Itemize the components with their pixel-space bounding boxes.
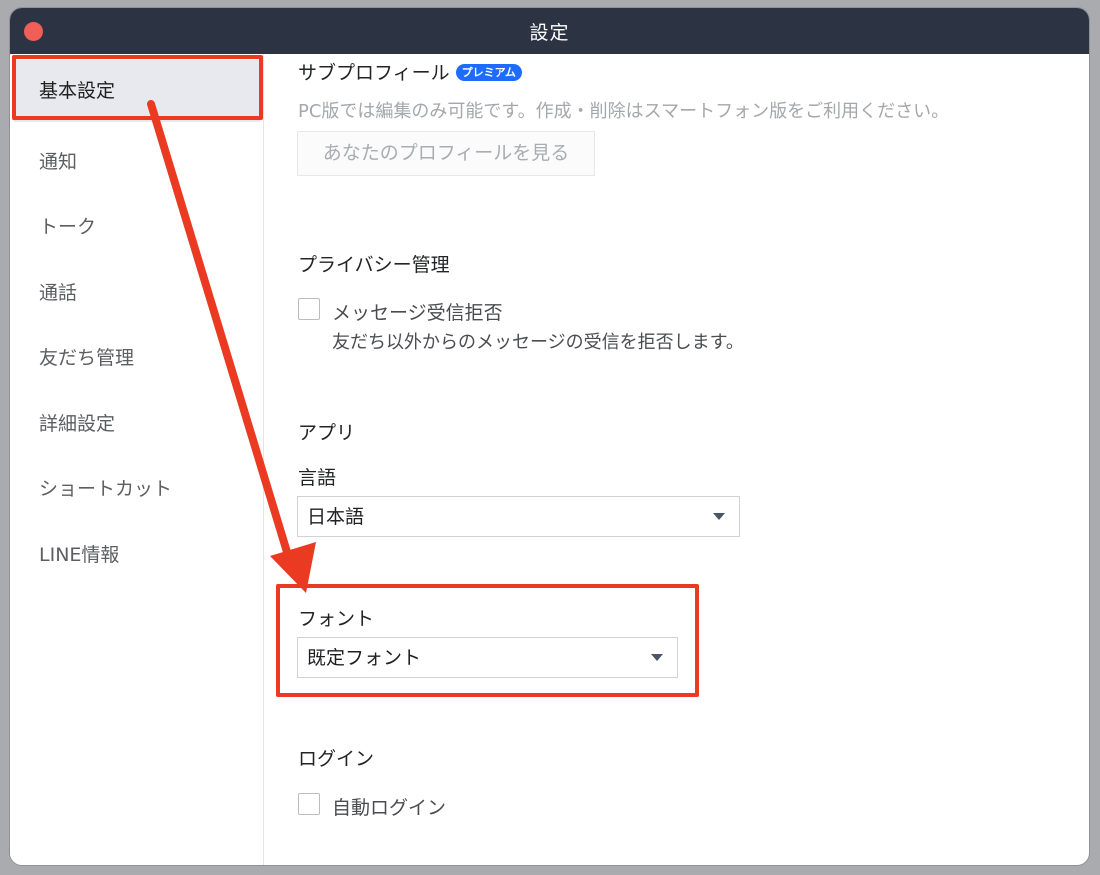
privacy-heading: プライバシー管理 — [298, 254, 450, 276]
chevron-down-icon — [713, 513, 725, 520]
premium-badge: プレミアム — [455, 64, 522, 81]
settings-content: サブプロフィール プレミアム PC版では編集のみ可能です。作成・削除はスマートフォ… — [265, 54, 1089, 865]
app-heading: アプリ — [298, 422, 356, 444]
reject-messages-label: メッセージ受信拒否 — [332, 302, 503, 324]
settings-sidebar: 基本設定 通知 トーク 通話 友だち管理 詳細設定 ショートカット LINE情報 — [10, 54, 264, 865]
sidebar-item-calls[interactable]: 通話 — [10, 262, 260, 324]
title-bar: 設定 — [10, 8, 1089, 54]
sub-profile-title: サブプロフィール — [298, 62, 450, 84]
reject-messages-checkbox[interactable] — [298, 298, 320, 320]
sub-profile-description: PC版では編集のみ可能です。作成・削除はスマートフォン版をご利用ください。 — [298, 101, 950, 122]
language-select-value: 日本語 — [307, 506, 365, 528]
chevron-down-icon — [651, 654, 663, 661]
language-label: 言語 — [298, 467, 337, 489]
settings-window: 設定 基本設定 通知 トーク 通話 友だち管理 詳細設定 ショートカット LIN… — [10, 8, 1089, 865]
sub-profile-heading: サブプロフィール プレミアム — [298, 58, 522, 85]
login-heading: ログイン — [298, 748, 375, 770]
language-select[interactable]: 日本語 — [297, 496, 740, 537]
view-profile-button[interactable]: あなたのプロフィールを見る — [297, 131, 595, 176]
sidebar-item-chats[interactable]: トーク — [10, 196, 260, 258]
sidebar-item-advanced[interactable]: 詳細設定 — [10, 393, 260, 455]
font-select[interactable]: 既定フォント — [297, 637, 678, 678]
reject-messages-description: 友だち以外からのメッセージの受信を拒否します。 — [332, 332, 744, 353]
sidebar-item-basic-settings[interactable]: 基本設定 — [14, 60, 260, 122]
auto-login-label: 自動ログイン — [332, 797, 447, 819]
font-label: フォント — [298, 608, 375, 630]
sidebar-item-line-info[interactable]: LINE情報 — [10, 524, 260, 586]
sidebar-item-shortcuts[interactable]: ショートカット — [10, 458, 260, 520]
auto-login-checkbox[interactable] — [298, 793, 320, 815]
window-title: 設定 — [529, 22, 570, 44]
font-select-value: 既定フォント — [307, 647, 422, 669]
sidebar-item-notifications[interactable]: 通知 — [10, 131, 260, 193]
sidebar-item-friends[interactable]: 友だち管理 — [10, 327, 260, 389]
